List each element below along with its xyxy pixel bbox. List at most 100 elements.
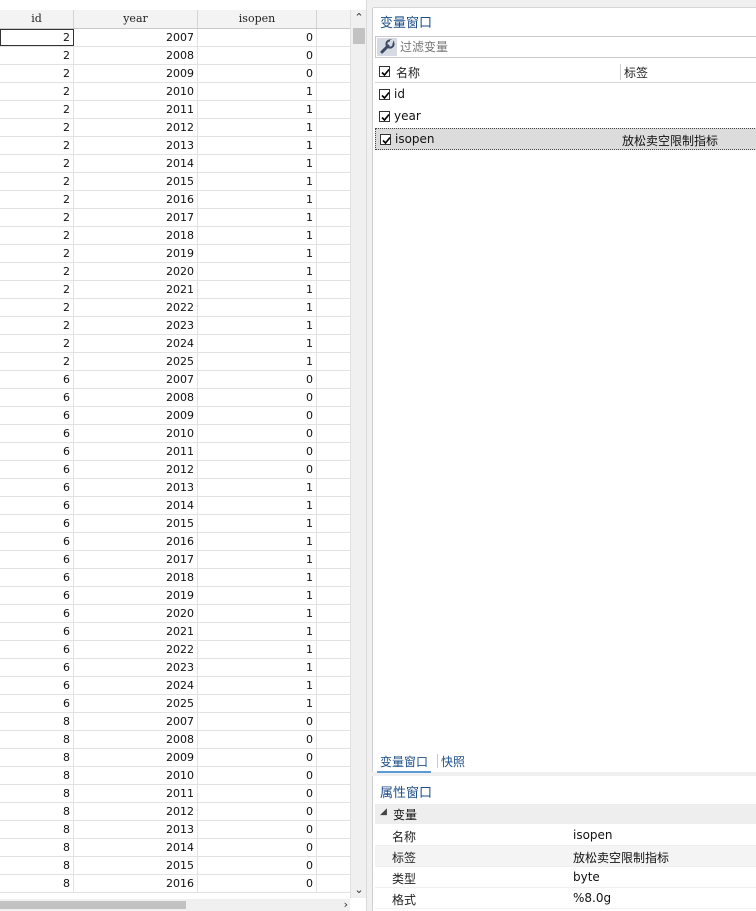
table-row[interactable]: 6 2010 0 [0, 425, 350, 443]
table-row[interactable]: 8 2007 0 [0, 713, 350, 731]
table-row[interactable]: 6 2015 1 [0, 515, 350, 533]
table-cell-isopen[interactable]: 1 [198, 587, 317, 604]
table-cell-year[interactable]: 2011 [74, 101, 198, 118]
table-cell-year[interactable]: 2025 [74, 695, 198, 712]
table-row[interactable]: 2 2013 1 [0, 137, 350, 155]
table-cell-id[interactable]: 8 [0, 839, 74, 856]
table-cell-id[interactable]: 6 [0, 425, 74, 442]
table-row[interactable]: 2 2010 1 [0, 83, 350, 101]
table-row[interactable]: 2 2016 1 [0, 191, 350, 209]
table-cell-id[interactable]: 2 [0, 101, 74, 118]
column-header-year[interactable]: year [74, 10, 198, 28]
table-cell-id[interactable]: 6 [0, 371, 74, 388]
table-cell-year[interactable]: 2022 [74, 641, 198, 658]
table-cell-year[interactable]: 2024 [74, 335, 198, 352]
variable-checkbox[interactable] [379, 89, 390, 100]
table-cell-id[interactable]: 6 [0, 677, 74, 694]
table-row[interactable]: 8 2014 0 [0, 839, 350, 857]
table-row[interactable]: 2 2008 0 [0, 47, 350, 65]
table-cell-isopen[interactable]: 0 [198, 461, 317, 478]
table-row[interactable]: 2 2020 1 [0, 263, 350, 281]
table-cell-isopen[interactable]: 0 [198, 839, 317, 856]
table-cell-id[interactable]: 2 [0, 29, 74, 46]
table-cell-id[interactable]: 6 [0, 587, 74, 604]
table-row[interactable]: 6 2008 0 [0, 389, 350, 407]
table-cell-isopen[interactable]: 0 [198, 65, 317, 82]
table-cell-isopen[interactable]: 1 [198, 623, 317, 640]
table-cell-year[interactable]: 2016 [74, 533, 198, 550]
tab-variables-window[interactable]: 变量窗口 [377, 752, 432, 773]
table-row[interactable]: 6 2009 0 [0, 407, 350, 425]
table-cell-year[interactable]: 2017 [74, 551, 198, 568]
table-cell-year[interactable]: 2012 [74, 119, 198, 136]
table-row[interactable]: 6 2022 1 [0, 641, 350, 659]
table-cell-year[interactable]: 2022 [74, 299, 198, 316]
table-cell-isopen[interactable]: 0 [198, 425, 317, 442]
table-cell-year[interactable]: 2010 [74, 83, 198, 100]
table-cell-isopen[interactable]: 1 [198, 191, 317, 208]
table-cell-id[interactable]: 6 [0, 569, 74, 586]
variable-row-id[interactable]: id [375, 84, 756, 106]
table-cell-year[interactable]: 2021 [74, 623, 198, 640]
table-cell-id[interactable]: 6 [0, 551, 74, 568]
property-row[interactable]: 类型 byte [375, 867, 756, 888]
table-cell-isopen[interactable]: 1 [198, 677, 317, 694]
table-cell-id[interactable]: 2 [0, 227, 74, 244]
variable-checkbox[interactable] [380, 134, 391, 145]
table-row[interactable]: 6 2018 1 [0, 569, 350, 587]
table-row[interactable]: 8 2009 0 [0, 749, 350, 767]
table-cell-year[interactable]: 2018 [74, 569, 198, 586]
table-cell-isopen[interactable]: 0 [198, 821, 317, 838]
table-cell-id[interactable]: 8 [0, 803, 74, 820]
table-cell-id[interactable]: 2 [0, 263, 74, 280]
select-all-checkbox[interactable] [379, 66, 390, 77]
table-cell-isopen[interactable]: 1 [198, 335, 317, 352]
table-cell-year[interactable]: 2023 [74, 659, 198, 676]
table-cell-id[interactable]: 2 [0, 245, 74, 262]
table-cell-id[interactable]: 6 [0, 461, 74, 478]
table-cell-id[interactable]: 8 [0, 731, 74, 748]
table-row[interactable]: 6 2017 1 [0, 551, 350, 569]
table-row[interactable]: 6 2013 1 [0, 479, 350, 497]
table-row[interactable]: 2 2024 1 [0, 335, 350, 353]
table-cell-isopen[interactable]: 0 [198, 371, 317, 388]
table-cell-year[interactable]: 2015 [74, 515, 198, 532]
table-cell-isopen[interactable]: 0 [198, 803, 317, 820]
table-row[interactable]: 2 2012 1 [0, 119, 350, 137]
table-cell-year[interactable]: 2014 [74, 497, 198, 514]
table-cell-year[interactable]: 2016 [74, 875, 198, 892]
table-cell-year[interactable]: 2011 [74, 785, 198, 802]
tab-snapshots[interactable]: 快照 [438, 752, 468, 771]
table-cell-year[interactable]: 2008 [74, 389, 198, 406]
table-cell-id[interactable]: 6 [0, 641, 74, 658]
table-cell-isopen[interactable]: 1 [198, 101, 317, 118]
table-cell-id[interactable]: 2 [0, 119, 74, 136]
table-cell-year[interactable]: 2007 [74, 371, 198, 388]
table-cell-isopen[interactable]: 0 [198, 749, 317, 766]
horizontal-scroll-thumb[interactable] [0, 901, 186, 909]
table-cell-id[interactable]: 6 [0, 605, 74, 622]
table-cell-id[interactable]: 2 [0, 83, 74, 100]
table-cell-isopen[interactable]: 1 [198, 281, 317, 298]
table-cell-id[interactable]: 2 [0, 317, 74, 334]
table-cell-isopen[interactable]: 1 [198, 497, 317, 514]
table-cell-id[interactable]: 2 [0, 209, 74, 226]
table-cell-id[interactable]: 8 [0, 821, 74, 838]
table-cell-year[interactable]: 2008 [74, 731, 198, 748]
wrench-icon[interactable] [377, 38, 397, 56]
table-row[interactable]: 2 2017 1 [0, 209, 350, 227]
table-cell-year[interactable]: 2012 [74, 803, 198, 820]
table-cell-year[interactable]: 2008 [74, 47, 198, 64]
table-cell-year[interactable]: 2009 [74, 749, 198, 766]
table-cell-isopen[interactable]: 1 [198, 353, 317, 370]
table-row[interactable]: 6 2012 0 [0, 461, 350, 479]
variable-row-isopen[interactable]: isopen 放松卖空限制指标 [375, 128, 756, 150]
table-cell-year[interactable]: 2009 [74, 407, 198, 424]
table-row[interactable]: 2 2025 1 [0, 353, 350, 371]
table-cell-year[interactable]: 2014 [74, 839, 198, 856]
table-cell-isopen[interactable]: 1 [198, 569, 317, 586]
table-row[interactable]: 2 2007 0 [0, 29, 350, 47]
table-cell-isopen[interactable]: 1 [198, 479, 317, 496]
table-cell-id[interactable]: 6 [0, 479, 74, 496]
table-row[interactable]: 2 2023 1 [0, 317, 350, 335]
